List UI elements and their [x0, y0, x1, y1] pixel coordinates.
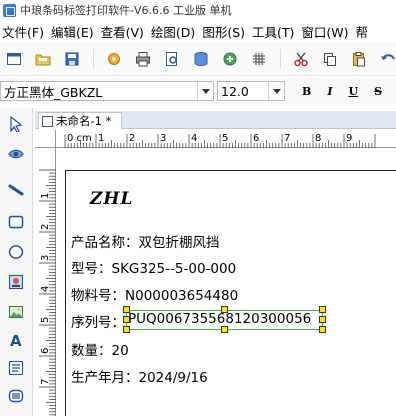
menu-file[interactable]: 文件(F) — [2, 22, 44, 41]
settings-icon[interactable] — [106, 51, 122, 67]
ruler-tick-label: 2 — [129, 133, 135, 144]
copy-icon[interactable] — [322, 51, 338, 67]
title-bar: 中琅条码标签打印软件-V6.6.6 工业版 单机 — [0, 0, 396, 20]
ruler-tick-label: 5 — [222, 133, 228, 144]
line-tool-icon[interactable] — [6, 180, 26, 200]
resize-handle-middle-right[interactable] — [319, 316, 326, 323]
ruler-tick-label: 3 — [40, 255, 51, 261]
label-serial-prefix[interactable]: 序列号： — [71, 311, 125, 331]
vertical-ruler[interactable]: 1 2 3 4 5 6 7 — [35, 148, 56, 416]
ruler-tick-label: 0 cm — [67, 133, 92, 144]
ruler-tick-label: 9 — [346, 133, 352, 144]
font-size-value: 12.0 — [221, 83, 249, 99]
main-toolbar — [0, 42, 396, 76]
ruler-corner — [35, 130, 56, 148]
menu-window[interactable]: 窗口(W) — [301, 22, 348, 41]
resize-handle-top-middle[interactable] — [221, 306, 228, 313]
ruler-tick-label: 1 — [40, 193, 51, 199]
ruler-tick-label: 3 — [160, 133, 166, 144]
label-material-number[interactable]: 物料号：N000003654480 — [71, 284, 238, 304]
left-tool-palette: A — [0, 108, 33, 416]
rectangle-tool-icon[interactable] — [6, 212, 26, 232]
ruler-tick-label: 5 — [40, 317, 51, 323]
menu-edit[interactable]: 编辑(E) — [51, 22, 94, 41]
data-source-icon[interactable] — [222, 51, 238, 67]
ruler-tick-label: 6 — [253, 133, 259, 144]
italic-button[interactable]: I — [327, 85, 332, 98]
menu-bar: 文件(F) 编辑(E) 查看(V) 绘图(D) 图形(S) 工具(T) 窗口(W… — [0, 20, 396, 42]
horizontal-ruler[interactable]: 0 cm 1 2 3 4 5 6 7 8 9 — [56, 130, 396, 148]
chevron-down-icon[interactable] — [197, 82, 213, 100]
resize-handle-middle-left[interactable] — [123, 316, 130, 323]
rich-text-tool-icon[interactable] — [6, 358, 26, 378]
resize-handle-bottom-right[interactable] — [319, 326, 326, 333]
toolbar-separator — [93, 48, 94, 69]
tab-title: 未命名-1 * — [56, 114, 112, 128]
document-icon — [42, 115, 53, 127]
ruler-tick-label: 7 — [40, 379, 51, 385]
label-model[interactable]: 型号：SKG325--5-00-000 — [71, 257, 236, 277]
ruler-tick-label: 1 — [98, 133, 104, 144]
resize-handle-bottom-middle[interactable] — [221, 326, 228, 333]
ruler-tick-label: 4 — [40, 286, 51, 292]
menu-shape[interactable]: 图形(S) — [202, 22, 245, 41]
text-tool-icon[interactable]: A — [6, 330, 26, 350]
resize-handle-bottom-left[interactable] — [123, 326, 130, 333]
print-preview-icon[interactable] — [164, 51, 180, 67]
ruler-tick-label: 2 — [40, 224, 51, 230]
menu-draw[interactable]: 绘图(D) — [151, 22, 195, 41]
label-quantity[interactable]: 数量：20 — [71, 339, 129, 359]
resize-handle-top-right[interactable] — [319, 306, 326, 313]
bold-button[interactable]: B — [302, 85, 311, 98]
vertical-ruler-scale: 1 2 3 4 5 6 7 — [39, 169, 56, 416]
menu-help[interactable]: 帮 — [356, 22, 369, 41]
ruler-tick-label: 4 — [191, 133, 197, 144]
tab-untitled-1[interactable]: 未命名-1 * — [38, 112, 122, 129]
pan-tool-icon[interactable] — [6, 144, 26, 164]
ruler-tick-label: 8 — [315, 133, 321, 144]
strikethrough-button[interactable]: S — [374, 85, 382, 98]
chevron-down-icon[interactable] — [268, 82, 284, 100]
open-icon[interactable] — [35, 51, 51, 67]
resize-handle-top-left[interactable] — [123, 306, 130, 313]
ruler-tick-label: 7 — [284, 133, 290, 144]
cut-icon[interactable] — [293, 51, 309, 67]
toolbar-separator — [280, 48, 281, 69]
horizontal-ruler-scale: 0 cm 1 2 3 4 5 6 7 8 9 — [64, 133, 376, 148]
new-icon[interactable] — [6, 51, 22, 67]
menu-tools[interactable]: 工具(T) — [252, 22, 294, 41]
barcode-tool-icon[interactable] — [6, 386, 26, 406]
label-production-date[interactable]: 生产年月：2024/9/16 — [71, 366, 208, 386]
font-family-value: 方正黑体_GBKZL — [4, 84, 103, 100]
picture-tool-icon[interactable] — [6, 302, 26, 322]
image-tool-icon[interactable] — [6, 272, 26, 292]
label-logo[interactable]: ZHL — [90, 189, 133, 209]
label-product-name[interactable]: 产品名称：双包折棚风挡 — [71, 231, 220, 251]
window-title: 中琅条码标签打印软件-V6.6.6 工业版 单机 — [20, 4, 232, 17]
app-logo-icon — [3, 3, 16, 17]
format-toolbar: 方正黑体_GBKZL 12.0 B I U S — [0, 78, 396, 104]
font-family-select[interactable]: 方正黑体_GBKZL — [0, 81, 214, 101]
menu-view[interactable]: 查看(V) — [101, 22, 144, 41]
database-icon[interactable] — [193, 51, 209, 67]
print-icon[interactable] — [135, 51, 151, 67]
document-tab-strip: 未命名-1 * — [35, 111, 396, 129]
grid-icon[interactable] — [251, 51, 267, 67]
font-size-select[interactable]: 12.0 — [217, 81, 285, 101]
ellipse-tool-icon[interactable] — [6, 242, 26, 262]
svg-text:A: A — [10, 332, 22, 348]
paste-icon[interactable] — [351, 51, 367, 67]
underline-button[interactable]: U — [348, 85, 358, 98]
select-tool-icon[interactable] — [6, 114, 26, 134]
undo-icon[interactable] — [380, 51, 396, 67]
save-icon[interactable] — [64, 51, 80, 67]
ruler-tick-label: 6 — [40, 348, 51, 354]
